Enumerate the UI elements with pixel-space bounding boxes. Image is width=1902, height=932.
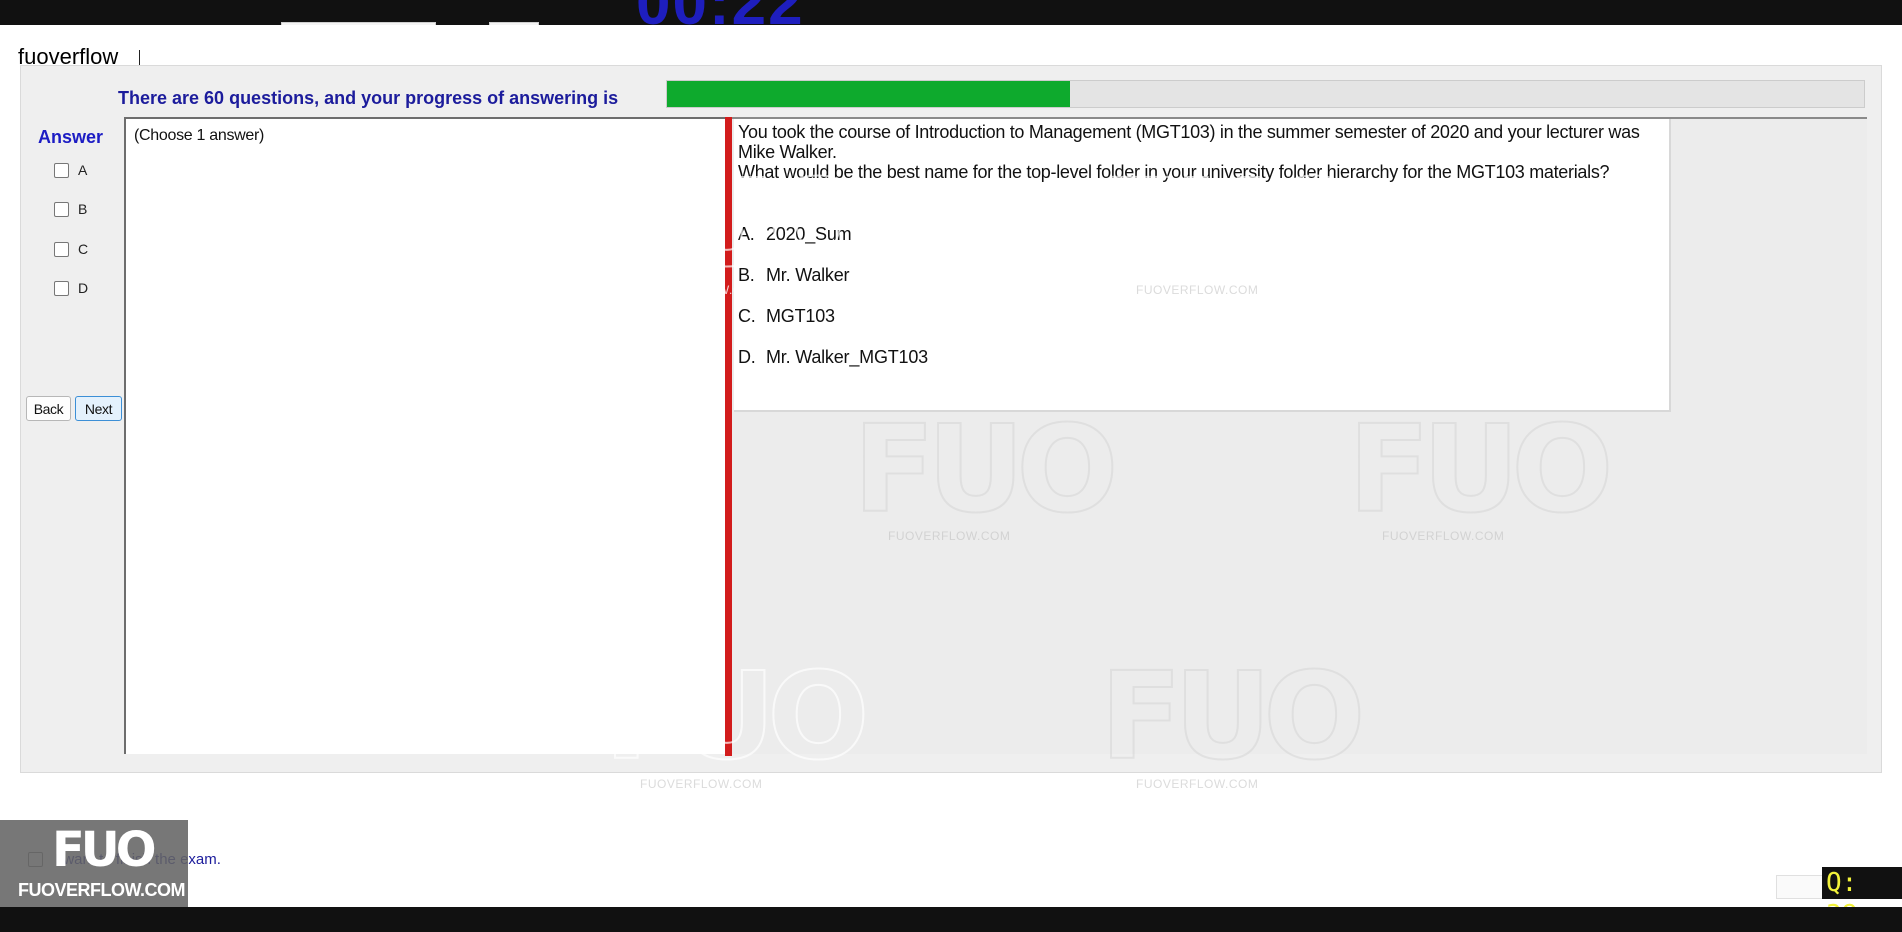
option-b-checkbox[interactable] — [54, 201, 69, 217]
watermark-logo: FUO — [1347, 401, 1614, 540]
question-counter: Q: 38 — [1822, 867, 1902, 930]
option-d-label: D — [78, 280, 89, 296]
watermark-site: FUOVERFLOW.COM — [888, 529, 1011, 543]
option-d[interactable]: D — [54, 280, 88, 296]
back-button[interactable]: Back — [26, 396, 71, 421]
choose-hint: (Choose 1 answer) — [134, 127, 265, 144]
logo-mark: FUO — [52, 822, 157, 878]
choice-d-letter: D. — [738, 347, 756, 367]
choice-d-text: Mr. Walker_MGT103 — [766, 347, 928, 367]
option-b-label: B — [78, 201, 88, 217]
watermark-logo: FUO — [603, 155, 870, 294]
top-bar: 00:22 — [0, 0, 1902, 25]
choice-c: C. MGT103 — [738, 306, 835, 327]
option-c-checkbox[interactable] — [54, 241, 69, 257]
option-a[interactable]: A — [54, 162, 87, 178]
bottom-bar — [0, 907, 1902, 932]
watermark-site: FUOVERFLOW.COM — [1382, 529, 1505, 543]
choice-d: D. Mr. Walker_MGT103 — [738, 347, 928, 368]
watermark-logo: FUO — [354, 401, 621, 540]
top-combo-left[interactable] — [281, 22, 436, 25]
watermark-site: FUOVERFLOW.COM — [393, 529, 516, 543]
option-a-checkbox[interactable] — [54, 162, 69, 178]
watermark-logo: FUO — [1099, 155, 1366, 294]
watermark-site: FUOVERFLOW.COM — [640, 283, 763, 297]
choice-c-text: MGT103 — [766, 306, 835, 326]
option-c[interactable]: C — [54, 241, 88, 257]
watermark-logo: FUO — [603, 648, 870, 787]
watermark-logo: FUO — [852, 401, 1119, 540]
watermark-site: FUOVERFLOW.COM — [1136, 777, 1259, 791]
progress-label: There are 60 questions, and your progres… — [118, 88, 619, 108]
answer-heading: Answer — [38, 127, 104, 147]
question-number-box[interactable] — [1776, 875, 1826, 899]
watermark-site: FUOVERFLOW.COM — [640, 777, 763, 791]
top-combo-right[interactable] — [489, 22, 539, 25]
choice-c-letter: C. — [738, 306, 756, 326]
option-b[interactable]: B — [54, 201, 87, 217]
progress-fill — [667, 81, 1071, 107]
next-button[interactable]: Next — [75, 396, 122, 421]
option-c-label: C — [78, 241, 89, 257]
fuo-logo: FUO FUOVERFLOW.COM — [0, 820, 188, 907]
watermark-site: FUOVERFLOW.COM — [1136, 283, 1259, 297]
logo-site: FUOVERFLOW.COM — [18, 880, 186, 900]
option-d-checkbox[interactable] — [54, 280, 69, 296]
option-a-label: A — [78, 162, 88, 178]
exam-client-window: 00:22 fuoverflow There are 60 questions,… — [0, 0, 1902, 932]
watermark-logo: FUO — [1099, 648, 1366, 787]
progress-bar — [666, 80, 1865, 108]
timer: 00:22 — [636, 0, 805, 25]
